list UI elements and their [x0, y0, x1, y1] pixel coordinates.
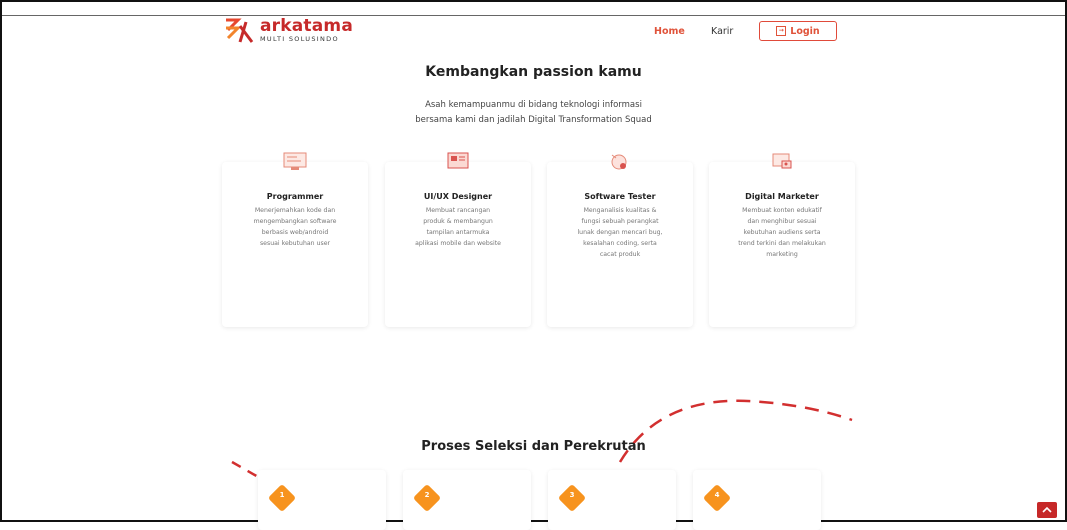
step-number: 2: [424, 491, 430, 499]
process-step-card[interactable]: 1: [258, 470, 386, 530]
step-number: 4: [714, 491, 720, 499]
step-number: 3: [569, 491, 575, 499]
process-step-card[interactable]: 3: [548, 470, 676, 530]
process-title: Proses Seleksi dan Perekrutan: [421, 439, 646, 454]
process-step-card[interactable]: 2: [403, 470, 531, 530]
browser-frame: arkatama MULTI SOLUSINDO Home Karir → Lo…: [0, 0, 1067, 530]
scroll-to-top-button[interactable]: [1037, 502, 1057, 518]
process-step-card[interactable]: 4: [693, 470, 821, 530]
chevron-up-icon: [1042, 506, 1052, 513]
step-number: 1: [279, 491, 285, 499]
